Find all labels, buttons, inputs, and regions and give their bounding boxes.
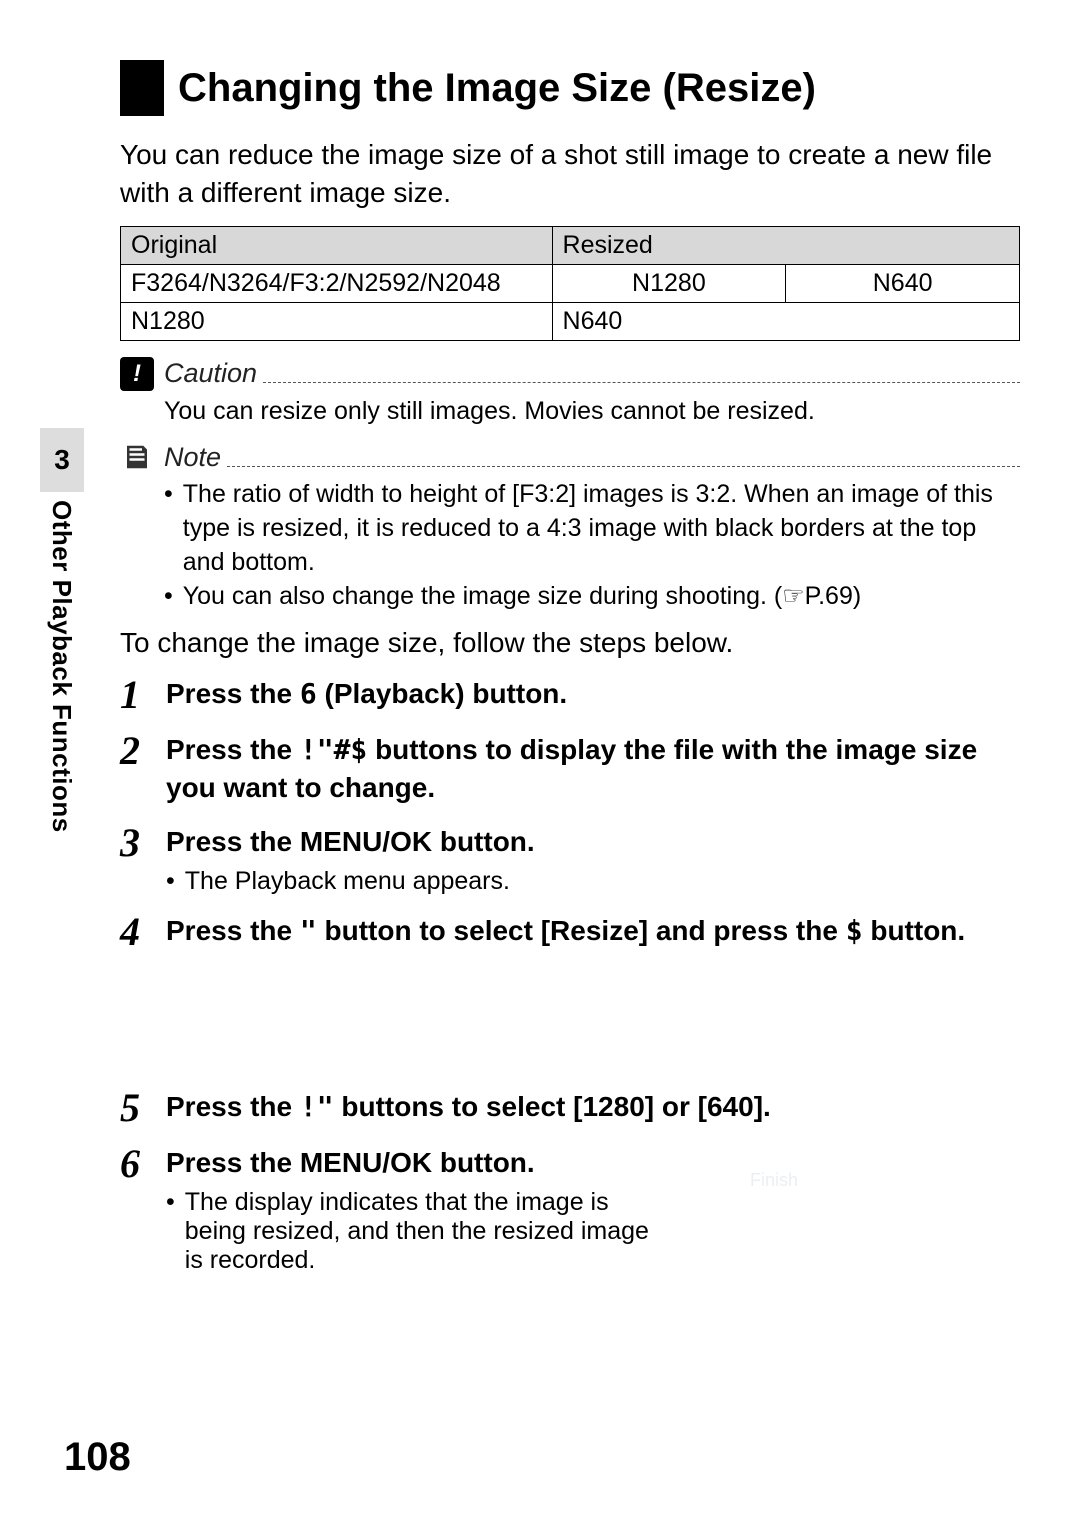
step-number: 4 — [120, 912, 166, 952]
step-text: Press the — [166, 678, 300, 709]
step-title: Press the 6 (Playback) button. — [166, 675, 1020, 713]
table-cell: N1280 — [552, 264, 786, 302]
note-icon — [120, 440, 154, 474]
step-text: button. — [863, 915, 966, 946]
table-cell: N640 — [552, 302, 1019, 340]
step-text: Press the — [166, 915, 300, 946]
right-glyph: $ — [846, 914, 863, 947]
table-header-row: Original Resized — [121, 226, 1020, 264]
divider-dash — [227, 466, 1020, 467]
table-header-resized: Resized — [552, 226, 1019, 264]
table-row: F3264/N3264/F3:2/N2592/N2048 N1280 N640 — [121, 264, 1020, 302]
page-title: Changing the Image Size (Resize) — [178, 66, 816, 111]
note-list: •The ratio of width to height of [F3:2] … — [164, 478, 1020, 613]
step-text: (Playback) button. — [317, 678, 567, 709]
step-number: 3 — [120, 823, 166, 896]
step-number: 1 — [120, 675, 166, 715]
down-glyph: " — [300, 914, 317, 947]
table-cell: F3264/N3264/F3:2/N2592/N2048 — [121, 264, 553, 302]
caution-icon: ! — [120, 357, 154, 391]
note-item: You can also change the image size durin… — [183, 580, 861, 614]
intro-text: You can reduce the image size of a shot … — [120, 136, 1020, 212]
step-sub-text: The display indicates that the image is … — [185, 1188, 666, 1275]
step-title: Press the " button to select [Resize] an… — [166, 912, 1020, 950]
camera-screen: Finish — [690, 1144, 1020, 1344]
side-section-number: 3 — [54, 444, 70, 476]
step-number: 5 — [120, 1088, 166, 1128]
step-3: 3 Press the MENU/OK button. •The Playbac… — [120, 823, 1020, 896]
content-area: Changing the Image Size (Resize) You can… — [120, 60, 1020, 1344]
side-section-label: Other Playback Functions — [46, 500, 77, 833]
side-section-tab: 3 — [40, 428, 84, 492]
title-bar: Changing the Image Size (Resize) — [120, 60, 1020, 116]
caution-label: Caution — [164, 358, 257, 389]
table-cell: N1280 — [121, 302, 553, 340]
step-2: 2 Press the !"#$ buttons to display the … — [120, 731, 1020, 807]
step-5: 5 Press the !" buttons to select [1280] … — [120, 1088, 1020, 1128]
step-title: Press the MENU/OK button. — [166, 823, 1020, 861]
step-title: Press the !"#$ buttons to display the fi… — [166, 731, 1020, 807]
resize-table: Original Resized F3264/N3264/F3:2/N2592/… — [120, 226, 1020, 341]
note-item: The ratio of width to height of [F3:2] i… — [183, 478, 1020, 579]
step-text: Press the — [166, 734, 300, 765]
step-number: 6 — [120, 1144, 166, 1344]
step-title: Press the MENU/OK button. — [166, 1144, 666, 1182]
page-number: 108 — [64, 1435, 131, 1480]
playback-glyph: 6 — [300, 677, 317, 710]
direction-glyphs: !"#$ — [300, 733, 367, 766]
step-sub-text: The Playback menu appears. — [185, 867, 510, 896]
caution-body: You can resize only still images. Movies… — [164, 395, 815, 429]
step-6: 6 Press the MENU/OK button. •The display… — [120, 1144, 1020, 1344]
finish-label: Finish — [750, 1170, 798, 1191]
table-row: N1280 N640 — [121, 302, 1020, 340]
lead-in-text: To change the image size, follow the ste… — [120, 627, 1020, 659]
step-number: 2 — [120, 731, 166, 807]
title-block-icon — [120, 60, 164, 116]
step-4: 4 Press the " button to select [Resize] … — [120, 912, 1020, 952]
table-header-original: Original — [121, 226, 553, 264]
step-text: Press the — [166, 1091, 300, 1122]
step-1: 1 Press the 6 (Playback) button. — [120, 675, 1020, 715]
caution-callout: ! Caution You can resize only still imag… — [120, 357, 1020, 429]
manual-page: 3 Other Playback Functions Changing the … — [0, 0, 1080, 1528]
divider-dash — [263, 382, 1020, 383]
note-label: Note — [164, 442, 221, 473]
table-cell: N640 — [786, 264, 1020, 302]
note-callout: Note •The ratio of width to height of [F… — [120, 440, 1020, 613]
step-text: buttons to select [1280] or [640]. — [334, 1091, 771, 1122]
updown-glyphs: !" — [300, 1090, 334, 1123]
step-text: button to select [Resize] and press the — [317, 915, 846, 946]
step-title: Press the !" buttons to select [1280] or… — [166, 1088, 1020, 1126]
